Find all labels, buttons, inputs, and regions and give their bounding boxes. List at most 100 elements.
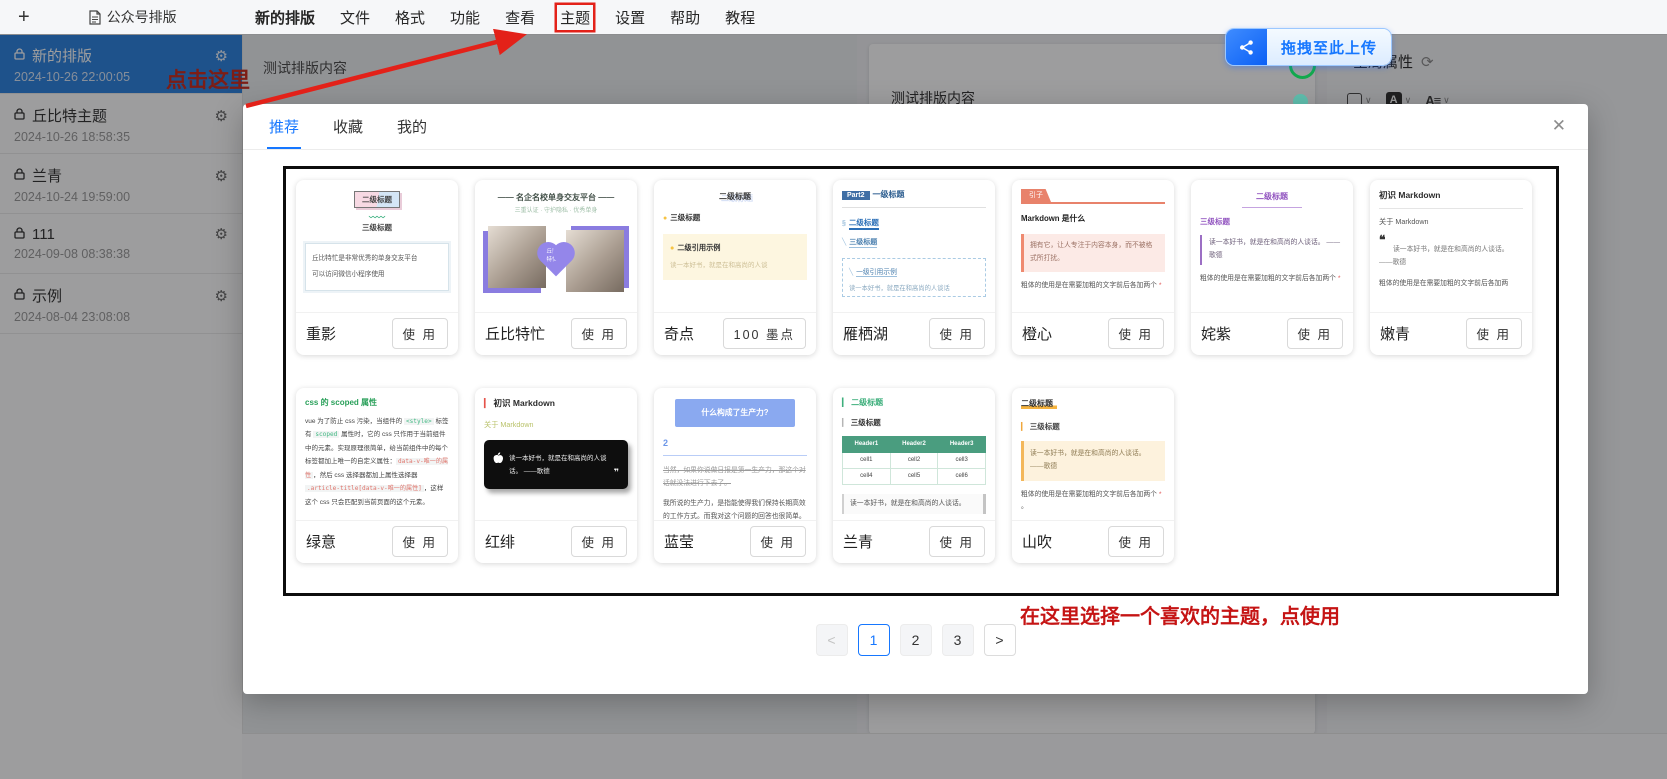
preview-line: 可以访问微信小程序使用 (312, 267, 442, 283)
theme-name: 山吹 (1022, 534, 1053, 551)
block-text: 读一本好书，就是在和高尚的人谈话。 ——歌德 (1030, 450, 1146, 471)
use-theme-button[interactable]: 100 墨点 (722, 318, 806, 349)
block-text: 三级标题 (1029, 422, 1060, 431)
preview-block: 二级标题 (663, 191, 807, 203)
menu-help[interactable]: 帮助 (667, 5, 703, 30)
pagination-page-1[interactable]: 1 (857, 624, 890, 656)
share-nodes-icon (1226, 29, 1267, 65)
use-theme-button[interactable]: 使 用 (570, 318, 627, 349)
theme-card-footer: 山吹 使 用 (1012, 521, 1174, 562)
new-document-button[interactable]: + (18, 7, 30, 27)
block-text: 二级标题 (1021, 399, 1057, 409)
theme-preview: Part2 一级标题 § 二级标题 ╲ 三级标题 ╲ 一级引用示例 读一本好书，就是在和高尚的人… (833, 180, 995, 313)
preview-block: 什么构成了生产力? (674, 399, 796, 427)
block-text: 读一本好书，就是在和高尚的人谈话。 ——歌德 (1209, 239, 1341, 260)
preview-block: 读一本好书，就是在和高尚的人谈话。 ——歌德 ❞ (484, 439, 628, 489)
theme-preview: 二级标题 ● 三级标题 ● 二级引用示例 读一本好书，就是在和高尚的人谈 (654, 180, 816, 313)
use-theme-button[interactable]: 使 用 (928, 318, 985, 349)
menu-format[interactable]: 格式 (392, 5, 428, 30)
theme-preview: 初识 Markdown 关于 Markdown ❝ 读一本好书，就是在和高尚的人谈话。… (1370, 180, 1532, 313)
theme-preview: ▎ 初识 Markdown 关于 Markdown 读一本好书，就是在和高尚的人谈话。… (475, 388, 637, 521)
preview-block: vue 为了防止 css 污染，当组件的 <style> 标签有 scoped … (305, 418, 449, 506)
theme-name: 兰青 (843, 534, 874, 551)
use-theme-button[interactable]: 使 用 (749, 526, 806, 557)
preview-line: ╲ 一级引用示例 (849, 268, 979, 278)
theme-name: 重影 (306, 326, 337, 343)
use-theme-button[interactable]: 使 用 (928, 526, 985, 557)
block-text: 什么构成了生产力? (701, 408, 769, 417)
close-icon[interactable]: ✕ (1552, 117, 1566, 134)
menu-bar: 新的排版 文件 格式 功能 查看 主题 设置 帮助 教程 (252, 5, 758, 30)
preview-block: 读一本好书，就是在和高尚的人谈话。 (842, 494, 986, 515)
tab-favorites[interactable]: 收藏 (331, 116, 365, 149)
theme-preview: 二级标题 ▎ 三级标题读一本好书，就是在和高尚的人谈话。 ——歌德粗体的使用是在需要… (1012, 388, 1174, 521)
theme-preview: —— 名企名校单身交友平台 —— 三重认证 · 守护隐私 · 优秀单身 丘比 特忙 (475, 180, 637, 313)
use-theme-button[interactable]: 使 用 (391, 318, 448, 349)
annotation-click-here: 点击这里 (166, 68, 250, 92)
block-text: 关于 Markdown (1379, 216, 1429, 226)
pagination-page-2[interactable]: 2 (899, 624, 932, 656)
theme-name: 蓝莹 (664, 534, 695, 551)
theme-name: 姹紫 (1201, 326, 1232, 343)
preview-block: ▎ 三级标题 (842, 417, 986, 428)
theme-card: css 的 scoped 属性 vue 为了防止 css 污染，当组件的 <sty… (296, 388, 458, 563)
pagination-next-button[interactable]: > (983, 624, 1016, 656)
tab-mine[interactable]: 我的 (395, 116, 429, 149)
block-prefix: Part2 (842, 191, 870, 200)
use-theme-button[interactable]: 使 用 (391, 526, 448, 557)
block-text: 三级标题 (1200, 217, 1230, 226)
tab-recommended[interactable]: 推荐 (267, 116, 302, 149)
menu-file[interactable]: 文件 (337, 5, 373, 30)
drag-upload-label: 拖拽至此上传 (1267, 29, 1392, 65)
theme-card-footer: 丘比特忙 使 用 (475, 313, 637, 354)
preview-block: 三重认证 · 守护隐私 · 优秀单身 (484, 207, 628, 216)
preview-table: Header1 Header2 Header3 cell1 cell2 cell3 cell… (842, 436, 986, 486)
preview-block: 二级标题 (305, 191, 449, 209)
theme-name: 嫩青 (1380, 326, 1411, 343)
block-text: 二级标题 (1242, 191, 1302, 208)
theme-preview: 二级标题 〰〰 三级标题 丘比特忙是非常优秀的单身交友平台 可以访问微信小程序使用 (296, 180, 458, 313)
preview-block: 粗体的使用是在需要加粗的文字前后各加两个 * 。 (1021, 491, 1162, 511)
use-theme-button[interactable]: 使 用 (1465, 318, 1522, 349)
theme-name: 绿意 (306, 534, 337, 551)
theme-preview: 二级标题三级标题读一本好书，就是在和高尚的人谈话。 ——歌德粗体的使用是在需要加… (1191, 180, 1353, 313)
use-theme-button[interactable]: 使 用 (1286, 318, 1343, 349)
menu-function[interactable]: 功能 (447, 5, 483, 30)
preview-block: ▎ 二级标题 (842, 397, 986, 409)
preview-line: 丘比特忙是非常优秀的单身交友平台 (312, 251, 442, 267)
preview-block: 粗体的使用是在需要加粗的文字前后各加两个 * (1200, 275, 1341, 283)
preview-block: ▎ 三级标题 (1021, 421, 1165, 432)
menu-document-title[interactable]: 新的排版 (252, 5, 318, 30)
preview-block: 丘比特忙是非常优秀的单身交友平台 可以访问微信小程序使用 (305, 242, 449, 292)
block-text: 我所说的生产力，是指能使得我们保持长期高效的工作方式。而我对这个问题的回答也很简… (663, 500, 806, 520)
menu-theme[interactable]: 主题 (557, 5, 593, 30)
preview-block: 我所说的生产力，是指能使得我们保持长期高效的工作方式。而我对这个问题的回答也很简… (663, 498, 807, 520)
preview-block: 初识 Markdown (1379, 189, 1523, 209)
block-text: 二级引用示例 (677, 242, 721, 252)
block-prefix: § (842, 219, 846, 227)
topbar-left: + 公众号排版 (0, 7, 242, 27)
theme-preview: css 的 scoped 属性 vue 为了防止 css 污染，当组件的 <sty… (296, 388, 458, 521)
menu-tutorial[interactable]: 教程 (722, 5, 758, 30)
block-text: 读一本好书，就是在和高尚的人谈话。 ——歌德 (1379, 245, 1509, 266)
apple-logo-icon (493, 451, 504, 471)
block-prefix: ▎ (1021, 422, 1027, 431)
block-text: 当然，如果你说做日报是第一生产力，那这个对话就没法进行下去了。 (663, 467, 806, 488)
preview-block: —— 名企名校单身交友平台 —— (484, 192, 628, 204)
pagination-prev-button[interactable]: < (815, 624, 848, 656)
preview-block: 2 (663, 437, 807, 457)
block-text: ❝ (1379, 232, 1386, 247)
menu-settings[interactable]: 设置 (612, 5, 648, 30)
block-text: 读一本好书，就是在和高尚的人谈话。 (850, 500, 966, 508)
use-theme-button[interactable]: 使 用 (1107, 318, 1164, 349)
pagination-page-3[interactable]: 3 (941, 624, 974, 656)
use-theme-button[interactable]: 使 用 (570, 526, 627, 557)
use-theme-button[interactable]: 使 用 (1107, 526, 1164, 557)
preview-block: 二级标题 (1021, 398, 1165, 410)
preview-block: ❝ 读一本好书，就是在和高尚的人谈话。 ——歌德 (1379, 232, 1523, 270)
block-text: 关于 Markdown (484, 419, 534, 429)
theme-card: 引子 Markdown 是什么 拥有它，让人专注于内容本身，而不被格式所打扰。 粗体的… (1012, 180, 1174, 355)
block-prefix: ● (670, 242, 675, 252)
menu-view[interactable]: 查看 (502, 5, 538, 30)
preview-line: ● 二级引用示例 (670, 243, 800, 254)
